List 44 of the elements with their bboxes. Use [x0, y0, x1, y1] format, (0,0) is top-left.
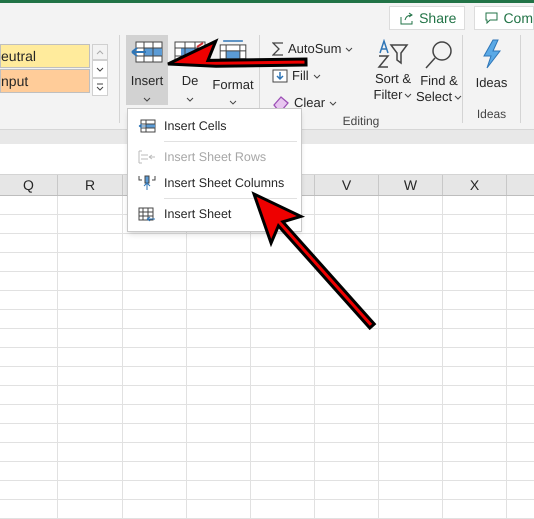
fill-down-icon: [272, 69, 288, 83]
cell-style-swatch[interactable]: nput: [0, 69, 90, 93]
column-header[interactable]: V: [342, 174, 352, 196]
column-header[interactable]: R: [84, 174, 96, 196]
chevron-up-icon: [96, 50, 104, 54]
column-header[interactable]: X: [470, 174, 480, 196]
group-label: Editing: [342, 113, 380, 130]
insert-rows-icon: [138, 150, 156, 164]
chevron-down-icon: [312, 74, 321, 78]
sum-button[interactable]: AutoSum: [272, 40, 354, 58]
more-styles-button[interactable]: [92, 78, 108, 96]
more-icon: [96, 83, 104, 91]
menu-item[interactable]: Insert Sheet: [128, 201, 301, 227]
sigma-icon: [272, 42, 284, 56]
cell-style-swatch[interactable]: eutral: [0, 44, 90, 68]
insert-columns-icon: [138, 175, 156, 191]
insert-sheet-icon: [138, 206, 156, 222]
lightning-icon: [480, 39, 502, 69]
share-icon: [400, 12, 414, 24]
chevron-down-icon: [229, 100, 237, 105]
chevron-down-icon: [345, 46, 354, 52]
menu-item[interactable]: Insert Sheet Columns: [128, 170, 301, 196]
insert-cells-icon: [130, 39, 164, 65]
insert-cells-icon: [138, 119, 156, 133]
group-label: Ideas: [476, 106, 506, 123]
find-button[interactable]: Find & Select: [416, 39, 462, 112]
comment-icon: [485, 12, 498, 24]
chevron-down-icon: [454, 94, 462, 100]
sort-button[interactable]: Sort & Filter: [370, 39, 416, 112]
menu-item[interactable]: Insert Cells: [128, 113, 301, 139]
sort-filter-icon: [376, 39, 410, 69]
fill-button[interactable]: Fill: [272, 67, 321, 85]
comments-button[interactable]: Com: [474, 6, 534, 30]
ideas-button[interactable]: Ideas: [476, 35, 508, 105]
insert-button[interactable]: Insert: [126, 35, 168, 105]
column-header[interactable]: Q: [23, 174, 34, 196]
scroll-down-button[interactable]: [92, 60, 108, 78]
chevron-down-icon: [186, 96, 194, 102]
chevron-down-icon: [96, 66, 104, 72]
share-button[interactable]: Share: [389, 6, 466, 30]
chevron-down-icon: [143, 96, 151, 102]
chevron-down-icon: [404, 92, 412, 98]
column-header[interactable]: W: [404, 174, 418, 196]
chevron-down-icon: [329, 100, 338, 106]
